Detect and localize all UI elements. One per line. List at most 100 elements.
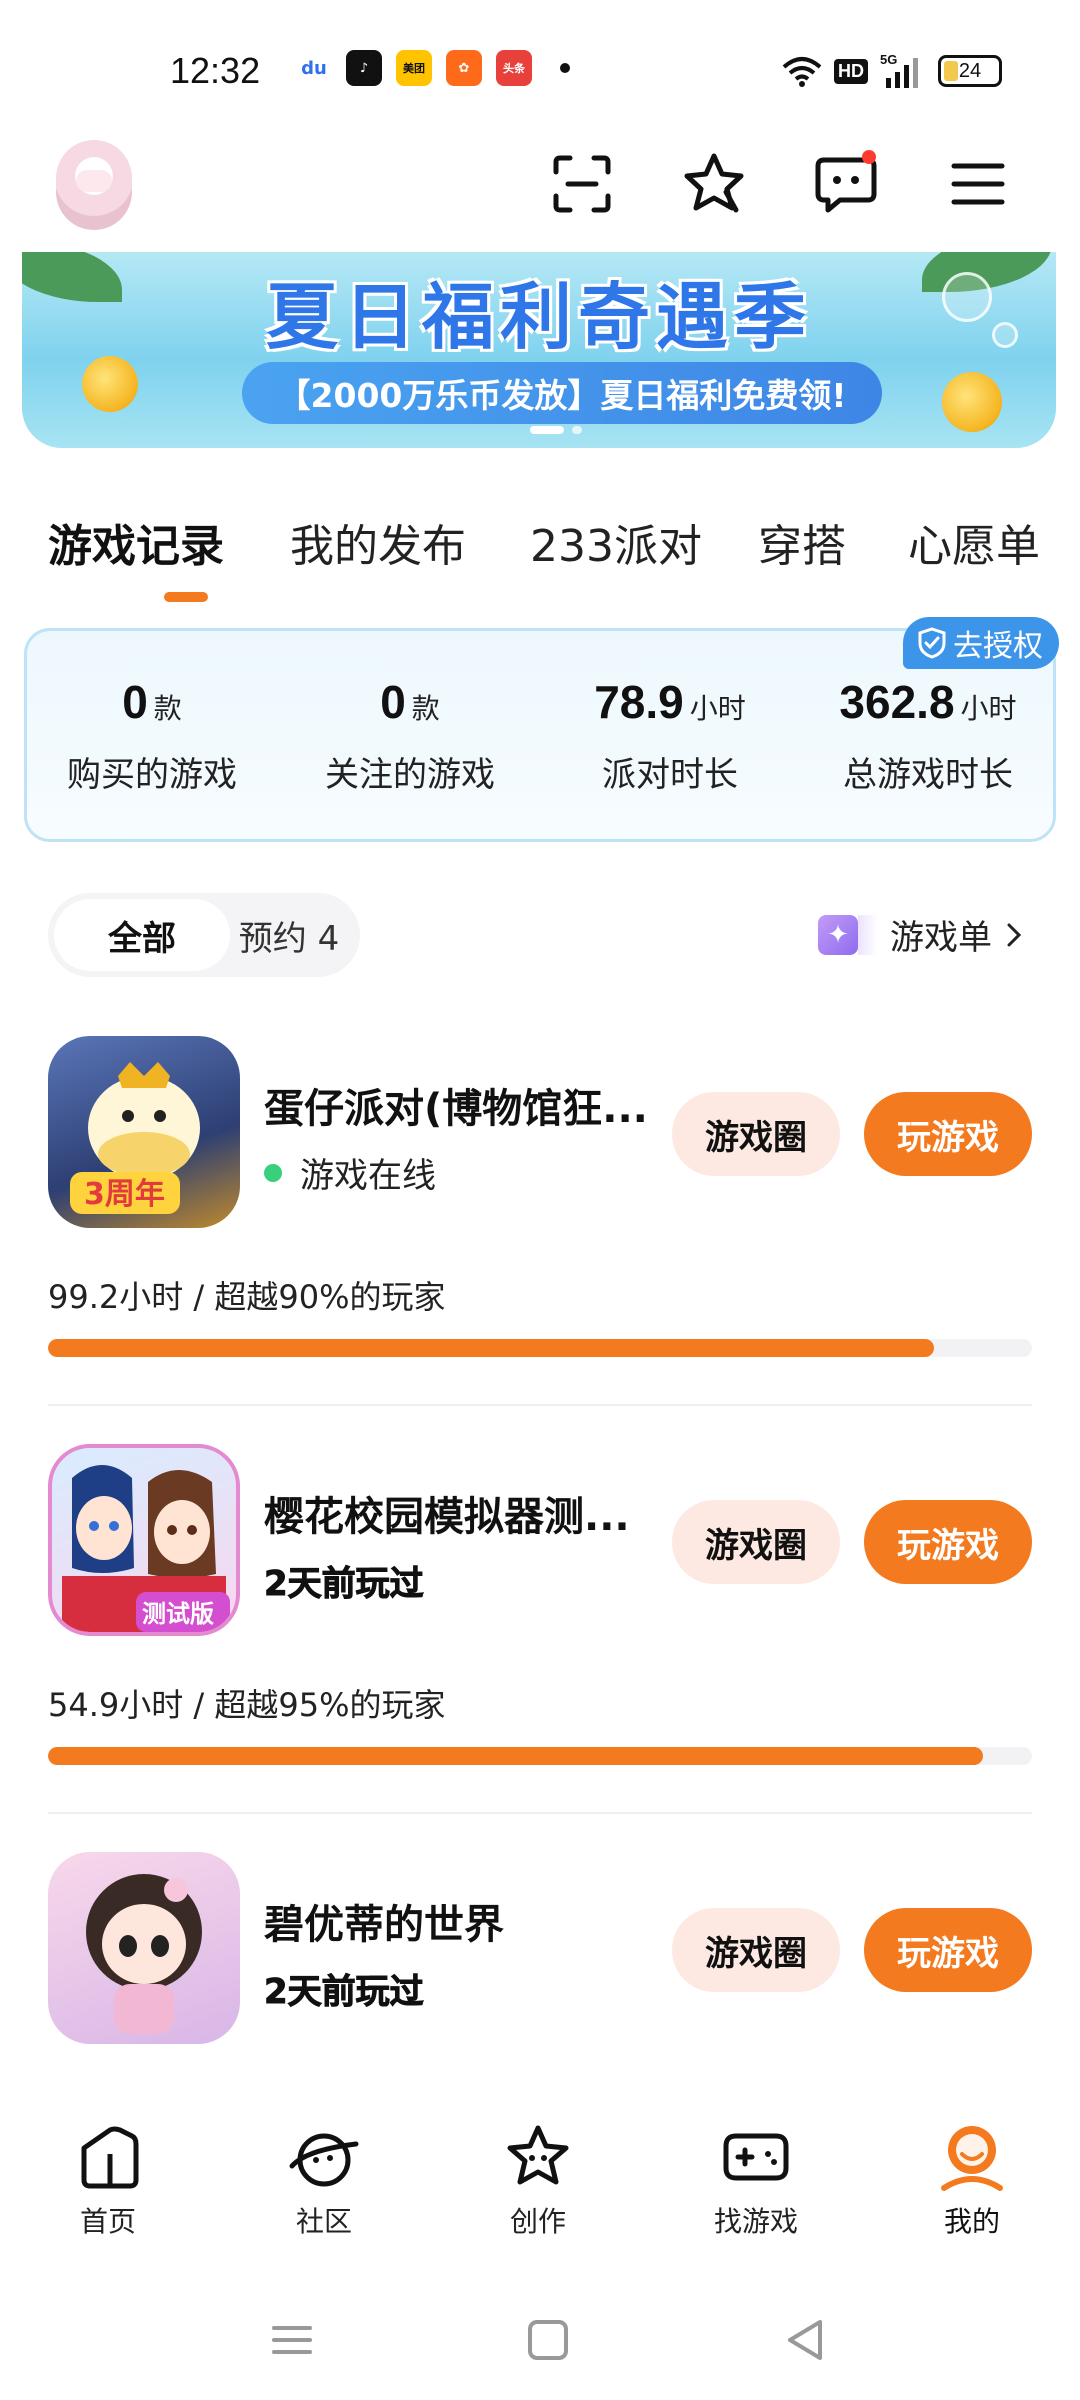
game-circle-button[interactable]: 游戏圈 [672,1500,840,1584]
stat-value: 0 [380,676,406,728]
nav-home[interactable]: 首页 [38,2120,178,2240]
hd-badge: HD [834,58,868,84]
battery-icon: 24 [938,55,1002,87]
baidu-icon: du [296,50,332,86]
promo-banner[interactable]: 夏日福利奇遇季 【2000万乐币发放】夏日福利免费领! [22,252,1056,448]
header [0,120,1080,255]
star-icon[interactable] [678,148,750,220]
game-list-link[interactable]: ✦ 游戏单 [818,910,1024,959]
game-icon-bobby-world[interactable] [48,1852,240,2044]
tab-game-records[interactable]: 游戏记录 [48,510,224,574]
play-game-button[interactable]: 玩游戏 [864,1500,1032,1584]
game-icon-eggy[interactable]: 3周年 [48,1036,240,1228]
stat-unit: 款 [153,692,182,725]
tab-my-posts[interactable]: 我的发布 [290,510,466,574]
game-list-label: 游戏单 [890,918,992,958]
game-icon-badge: 3周年 [84,1177,165,1212]
profile-icon [941,2126,1003,2191]
avatar[interactable] [56,140,132,230]
stat-label: 关注的游戏 [325,755,495,795]
divider [48,1404,1032,1406]
tab-wishlist[interactable]: 心愿单 [908,510,1040,574]
system-nav [0,2280,1080,2400]
progress-fill [48,1747,983,1765]
game-item[interactable]: 3周年 蛋仔派对(博物馆狂... 游戏在线 游戏圈 玩游戏 99.2小时 / 超… [48,1036,1032,1444]
kuaishou-icon: ✿ [446,50,482,86]
game-circle-button[interactable]: 游戏圈 [672,1092,840,1176]
nav-profile[interactable]: 我的 [902,2120,1042,2240]
chevron-right-icon [1007,923,1022,946]
game-status: 2天前玩过 [264,1556,425,1605]
toutiao-icon: 头条 [496,50,532,86]
game-item[interactable]: 测试版 樱花校园模拟器测... 2天前玩过 游戏圈 玩游戏 54.9小时 / 超… [48,1444,1032,1852]
banner-pager [530,426,582,434]
active-tab-indicator [164,592,208,602]
scan-icon[interactable] [546,148,618,220]
nav-find-games[interactable]: 找游戏 [686,2120,826,2240]
stats-panel: 去授权 0款 购买的游戏 0款 关注的游戏 78.9 小时 派对时长 362.8 小… [24,617,1059,842]
game-title: 蛋仔派对(博物馆狂... [264,1086,648,1132]
stat-value: 78.9 [594,676,684,728]
online-indicator [264,1163,282,1182]
stat-unit: 款 [411,692,440,725]
authorize-button[interactable]: 去授权 [903,617,1059,669]
stat-party-time[interactable]: 78.9 小时 派对时长 [545,675,795,796]
stat-label: 总游戏时长 [843,755,1013,795]
nav-create[interactable]: 创作 [468,2120,608,2240]
coin-decoration [942,372,1002,432]
gamepad-icon [723,2133,789,2181]
authorize-label: 去授权 [953,629,1043,664]
stat-unit: 小时 [960,692,1017,725]
game-status: 游戏在线 [264,1148,436,1197]
home-icon [81,2126,139,2189]
stat-purchased[interactable]: 0款 购买的游戏 [27,675,277,796]
progress-bar [48,1747,1032,1765]
filter-all-button[interactable]: 全部 [54,899,230,971]
nav-community[interactable]: 社区 [254,2120,394,2240]
play-game-button[interactable]: 玩游戏 [864,1092,1032,1176]
shield-check-icon [918,627,946,659]
message-icon[interactable] [810,148,882,220]
nav-label: 首页 [79,2205,136,2238]
stat-followed[interactable]: 0款 关注的游戏 [285,675,535,796]
game-hours: 54.9小时 / 超越95%的玩家 [48,1686,446,1724]
divider [48,1812,1032,1814]
game-status-text: 2天前玩过 [264,1972,425,2013]
game-status-text: 游戏在线 [300,1156,436,1196]
more-notifications-dot [560,63,570,73]
filter-reserve-button[interactable]: 预约 4 [224,893,354,977]
home-button-icon[interactable] [518,2310,578,2370]
game-title: 樱花校园模拟器测... [264,1494,630,1540]
filter-toggle: 全部 预约 4 [48,893,360,977]
progress-bar [48,1339,1032,1357]
play-game-button[interactable]: 玩游戏 [864,1908,1032,1992]
menu-icon[interactable] [942,148,1014,220]
nav-label: 创作 [509,2205,566,2238]
stat-value: 0 [122,676,148,728]
create-icon [507,2125,569,2185]
tab-outfits[interactable]: 穿搭 [758,510,846,574]
status-bar: 12:32 du ♪ 美团 ✿ 头条 HD 5G 24 [0,0,1080,120]
nav-label: 社区 [295,2205,352,2238]
coin-decoration [82,356,138,412]
wifi-icon [782,57,822,87]
banner-title: 夏日福利奇遇季 [265,275,812,359]
stat-value: 362.8 [839,676,955,728]
game-circle-button[interactable]: 游戏圈 [672,1908,840,1992]
back-icon[interactable] [776,2310,836,2370]
game-title: 碧优蒂的世界 [264,1902,504,1948]
tab-233-party[interactable]: 233派对 [530,510,702,574]
progress-fill [48,1339,934,1357]
status-time: 12:32 [170,50,261,91]
notification-icons: du ♪ 美团 ✿ 头条 [296,50,570,86]
system-icons: HD 5G 24 [782,52,1002,90]
meituan-icon: 美团 [396,50,432,86]
stat-total-time[interactable]: 362.8 小时 总游戏时长 [803,675,1053,796]
battery-level: 24 [958,59,982,82]
sparkle-icon: ✦ [818,914,858,955]
recent-apps-icon[interactable] [262,2310,322,2370]
stat-label: 购买的游戏 [67,755,237,795]
stat-label: 派对时长 [602,755,738,795]
game-item[interactable]: 碧优蒂的世界 2天前玩过 游戏圈 玩游戏 [48,1852,1032,2092]
game-icon-sakura[interactable]: 测试版 [48,1444,240,1636]
